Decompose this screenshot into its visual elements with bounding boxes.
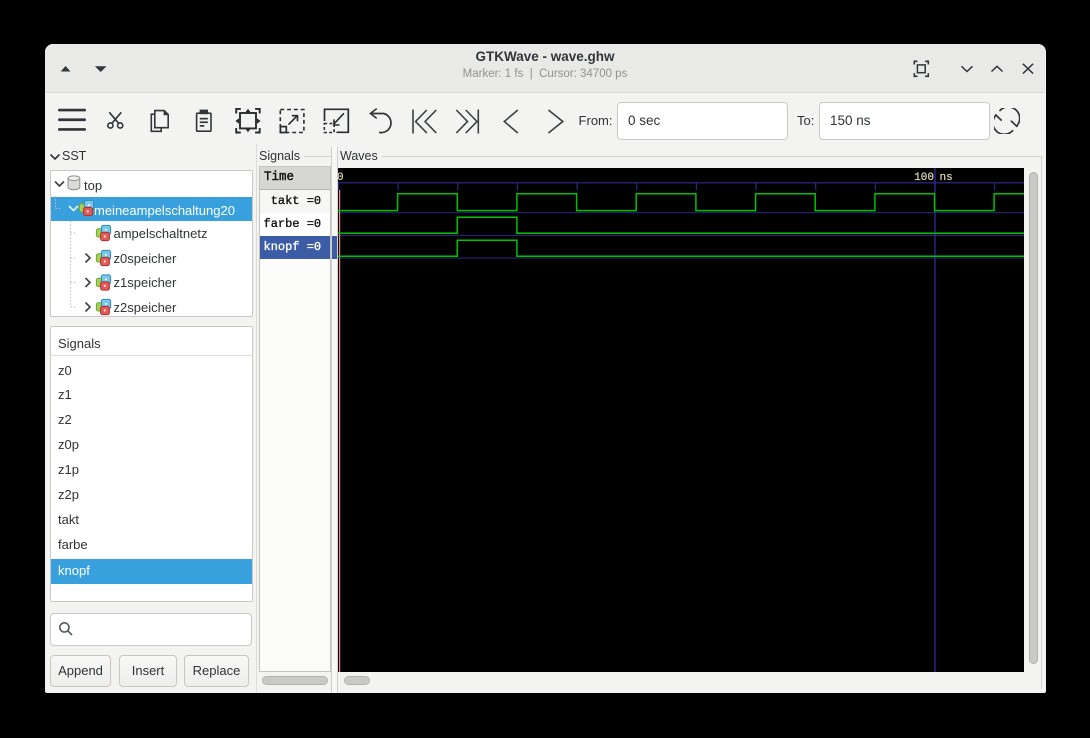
- svg-text:100: 100: [914, 172, 934, 184]
- svg-text:ns: ns: [940, 172, 953, 184]
- svg-text:0: 0: [338, 172, 344, 184]
